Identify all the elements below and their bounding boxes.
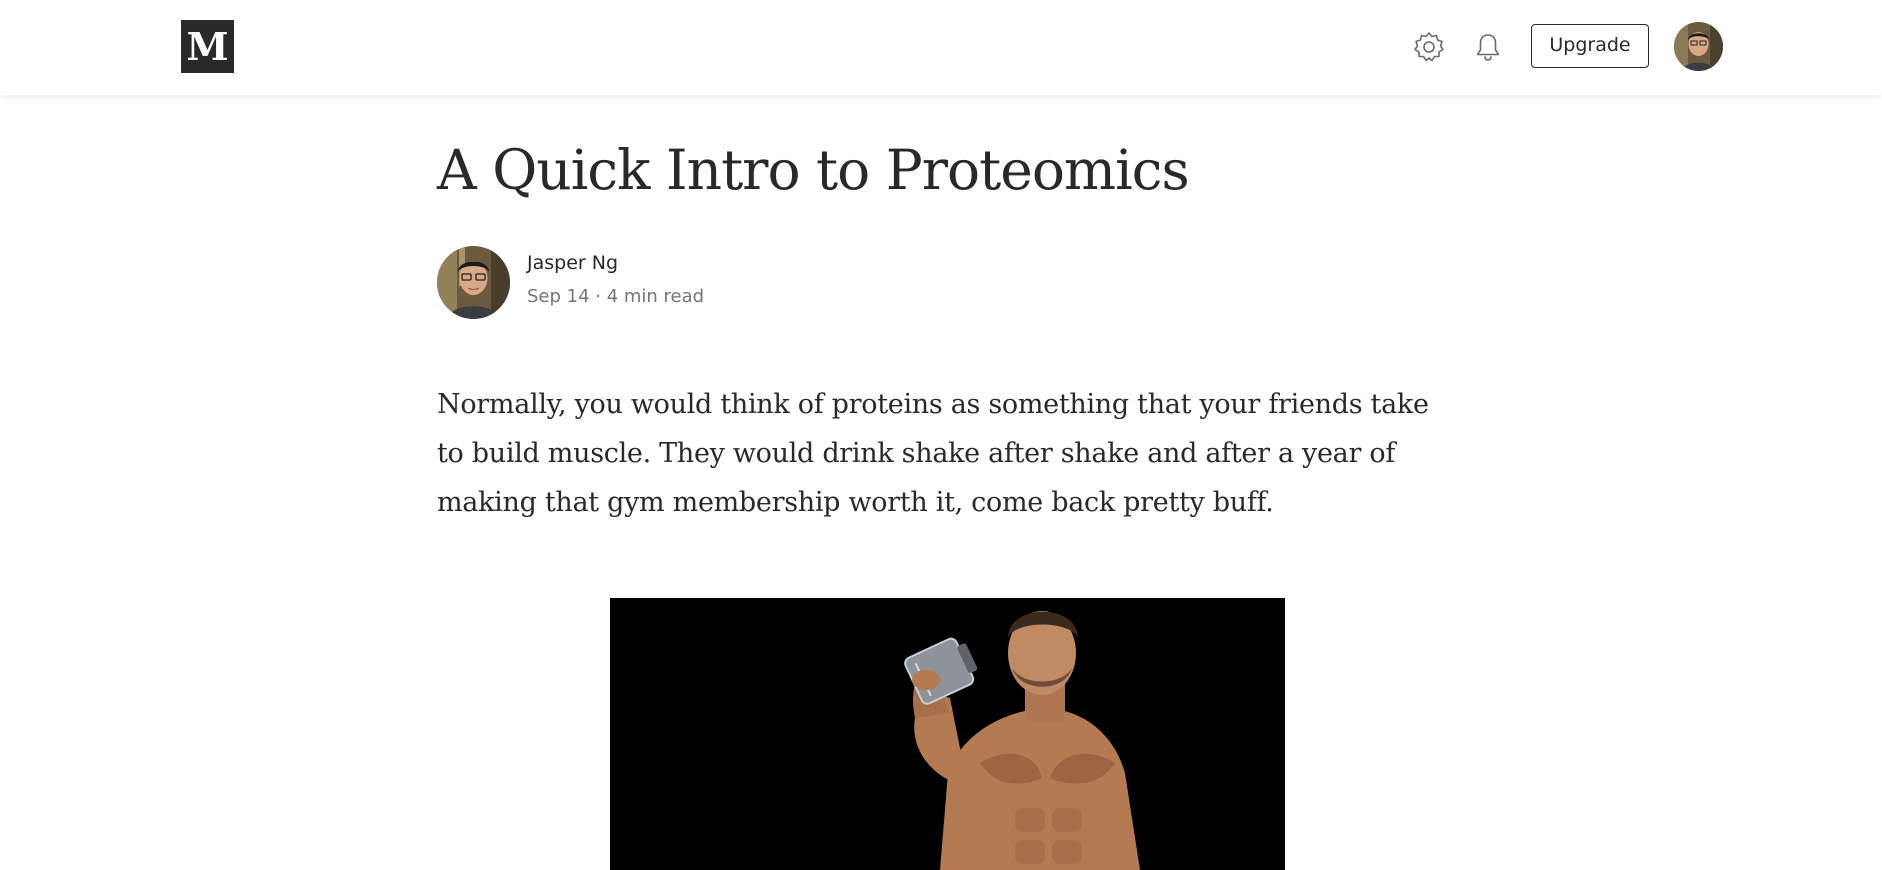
bell-icon[interactable] xyxy=(1468,27,1508,67)
man-drinking-shake-image xyxy=(610,598,1285,870)
top-header: M Upgrade xyxy=(0,0,1882,95)
article-meta: Sep 14 · 4 min read xyxy=(527,286,705,307)
medium-logo[interactable]: M xyxy=(181,20,234,73)
article-paragraph: Normally, you would think of proteins as… xyxy=(437,389,1429,518)
author-name[interactable]: Jasper Ng xyxy=(527,252,618,274)
gear-icon[interactable] xyxy=(1409,27,1449,67)
article-title: A Quick Intro to Proteomics xyxy=(437,138,1190,202)
author-avatar[interactable] xyxy=(437,246,510,319)
user-avatar[interactable] xyxy=(1674,22,1723,71)
upgrade-button[interactable]: Upgrade xyxy=(1531,24,1649,68)
